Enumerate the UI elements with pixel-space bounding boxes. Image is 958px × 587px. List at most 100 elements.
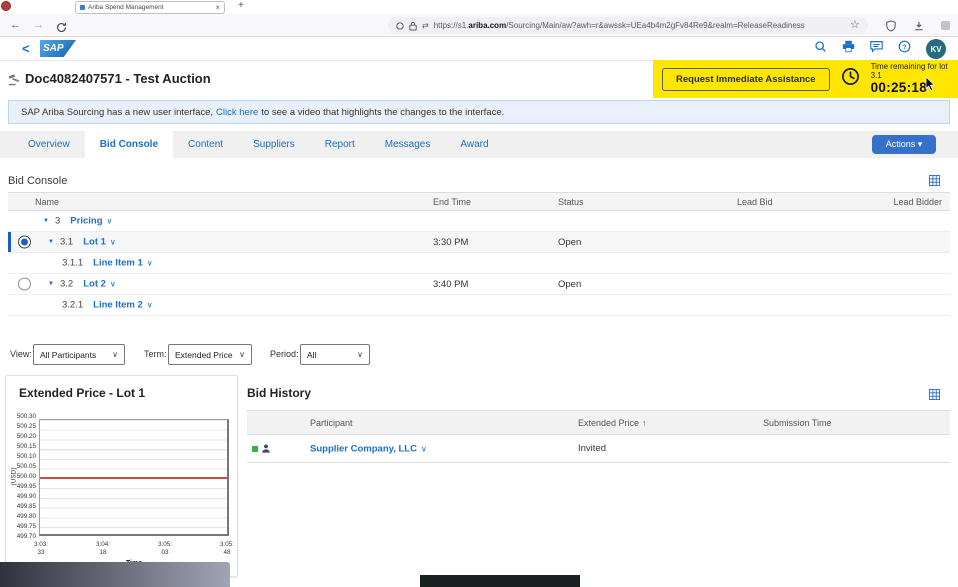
bookmark-star-icon[interactable]: ☆ (850, 18, 860, 32)
col-name: Name (8, 197, 433, 207)
auction-highlight-band: Request Immediate Assistance Time remain… (653, 60, 958, 98)
banner-link[interactable]: Click here (216, 107, 258, 118)
chart-plot-area (39, 419, 229, 536)
new-tab-button[interactable]: + (238, 0, 244, 11)
tab-bid-console[interactable]: Bid Console (85, 131, 173, 158)
time-remaining: Time remaining for lot 3.1 00:25:18 (871, 62, 958, 96)
time-remaining-value: 00:25:18 (871, 80, 958, 96)
back-chevron-icon[interactable]: < (22, 41, 30, 56)
lot1-radio[interactable] (18, 236, 31, 249)
term-select[interactable]: Extended Price∨ (168, 344, 252, 365)
chevron-down-icon[interactable]: ∨ (147, 301, 153, 310)
col-lead-bidder: Lead Bidder (810, 197, 950, 207)
pricing-link[interactable]: Pricing (70, 216, 102, 227)
sap-header: < SAP ? KV (0, 37, 958, 61)
table-row-line-item2: 3.2.1Line Item 2∨ (8, 295, 950, 316)
actions-button[interactable]: Actions ▾ (872, 135, 936, 154)
extension-icon[interactable] (941, 21, 950, 30)
browser-urlbar: ← → ⇄ https://s1.ariba.com/Sourcing/Main… (0, 14, 958, 37)
print-icon[interactable] (842, 40, 855, 58)
chevron-down-icon[interactable]: ∨ (107, 217, 113, 226)
line-item2-link[interactable]: Line Item 2 (93, 300, 143, 311)
chevron-down-icon: ∨ (239, 350, 245, 359)
person-icon (261, 443, 271, 457)
back-icon[interactable]: ← (10, 18, 21, 32)
tab-favicon-icon (80, 5, 85, 10)
reload-icon[interactable] (56, 20, 67, 38)
site-info-icon (396, 22, 404, 30)
tab-report[interactable]: Report (310, 131, 370, 158)
time-remaining-label: Time remaining for lot 3.1 (871, 62, 958, 80)
close-icon[interactable]: × (215, 4, 220, 12)
svg-text:?: ? (903, 44, 907, 51)
chevron-down-icon: ∨ (357, 350, 363, 359)
lot1-status: Open (558, 237, 700, 248)
term-label: Term: (144, 349, 167, 359)
lot2-status: Open (558, 279, 700, 290)
help-icon[interactable]: ? (898, 40, 911, 58)
search-icon[interactable] (814, 40, 827, 58)
chevron-down-icon[interactable]: ∨ (147, 259, 153, 268)
taskbar-fragment (420, 575, 580, 587)
title-bar: Doc4082407571 - Test Auction Request Imm… (0, 61, 958, 98)
supplier-link[interactable]: Supplier Company, LLC (310, 443, 417, 454)
request-assistance-button[interactable]: Request Immediate Assistance (662, 68, 830, 91)
auction-event-icon (8, 73, 20, 91)
col-extended-price[interactable]: Extended Price↑ (578, 418, 763, 428)
filter-bar: View: All Participants∨ Term: Extended P… (0, 340, 958, 370)
tab-title: Ariba Spend Management (88, 4, 212, 11)
nav-tabstrip: Overview Bid Console Content Suppliers R… (0, 131, 958, 158)
bid-history-table: Participant Extended Price↑ Submission T… (247, 410, 950, 463)
period-select[interactable]: All∨ (300, 344, 370, 365)
table-row-line-item1: 3.1.1Line Item 1∨ (8, 253, 950, 274)
feedback-icon[interactable] (870, 40, 883, 58)
url-text: https://s1.ariba.com/Sourcing/Main/aw?aw… (434, 21, 805, 30)
forward-icon[interactable]: → (33, 18, 44, 32)
table-settings-icon[interactable] (929, 387, 940, 405)
browser-tab[interactable]: Ariba Spend Management × (75, 1, 225, 14)
avatar[interactable]: KV (926, 39, 946, 59)
lot2-link[interactable]: Lot 2 (83, 279, 106, 290)
chevron-down-icon[interactable]: ∨ (110, 280, 116, 289)
view-label: View: (10, 349, 32, 359)
shield-icon[interactable] (886, 19, 896, 37)
lot1-link[interactable]: Lot 1 (83, 237, 106, 248)
screen-overlay (0, 562, 230, 587)
expand-triangle-icon[interactable]: ▼ (48, 239, 54, 245)
view-select[interactable]: All Participants∨ (33, 344, 125, 365)
chevron-down-icon: ∨ (112, 350, 118, 359)
lot1-end-time: 3:30 PM (433, 237, 558, 248)
expand-triangle-icon[interactable]: ▼ (43, 218, 49, 224)
url-input[interactable]: ⇄ https://s1.ariba.com/Sourcing/Main/aw?… (388, 17, 868, 34)
download-icon[interactable] (914, 19, 924, 37)
lot2-radio[interactable] (18, 278, 31, 291)
lock-icon (409, 21, 417, 31)
site-permissions-icon: ⇄ (422, 21, 429, 30)
table-row-supplier: Supplier Company, LLC∨ Invited (247, 435, 950, 463)
col-lead-bid: Lead Bid (700, 197, 810, 207)
page-title: Doc4082407571 - Test Auction (25, 71, 211, 86)
col-status: Status (558, 197, 700, 207)
expand-triangle-icon[interactable]: ▼ (48, 281, 54, 287)
table-row-lot2: ▼ 3.2Lot 2∨ 3:40 PM Open (8, 274, 950, 295)
historical-price-line (40, 477, 227, 479)
recording-indicator-icon (1, 1, 11, 11)
line-item1-link[interactable]: Line Item 1 (93, 258, 143, 269)
tab-content[interactable]: Content (173, 131, 238, 158)
table-row-pricing: ▼ 3Pricing∨ (8, 211, 950, 232)
col-participant: Participant (247, 418, 578, 428)
tab-suppliers[interactable]: Suppliers (238, 131, 310, 158)
chevron-down-icon[interactable]: ∨ (421, 444, 427, 453)
tab-messages[interactable]: Messages (370, 131, 446, 158)
online-status-icon (252, 446, 258, 452)
table-settings-icon[interactable] (929, 173, 940, 191)
chart-y-ticks: 500.30500.25 500.20500.15 500.10500.05 5… (6, 414, 36, 540)
chevron-down-icon[interactable]: ∨ (110, 238, 116, 247)
lot2-end-time: 3:40 PM (433, 279, 558, 290)
tab-overview[interactable]: Overview (13, 131, 85, 158)
bid-history-title: Bid History (247, 386, 311, 400)
table-header: Participant Extended Price↑ Submission T… (247, 410, 950, 435)
col-end-time: End Time (433, 197, 558, 207)
table-header: Name End Time Status Lead Bid Lead Bidde… (8, 192, 950, 211)
tab-award[interactable]: Award (445, 131, 503, 158)
